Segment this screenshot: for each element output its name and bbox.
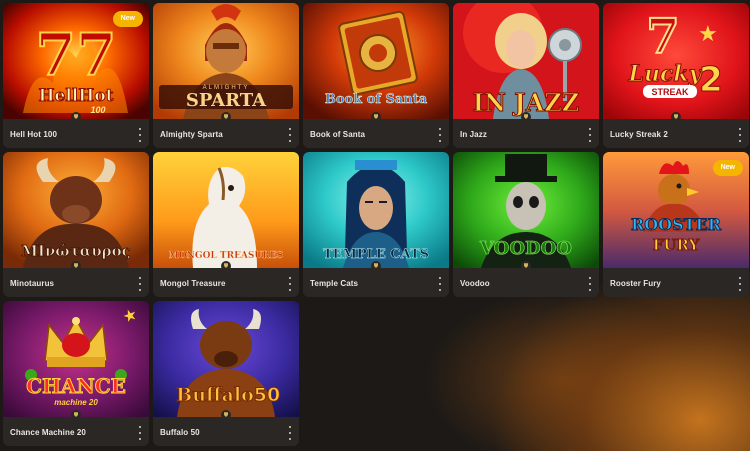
vertical-dots-icon[interactable]: [736, 276, 744, 292]
game-card-hell-hot-100[interactable]: 77 HellHot 100 New Hell Hot 100: [3, 3, 149, 148]
vertical-dots-icon[interactable]: [286, 425, 294, 441]
game-card-book-of-santa[interactable]: Book of Santa Book of Santa: [303, 3, 449, 148]
game-card-footer: Buffalo 50: [153, 417, 299, 446]
game-title[interactable]: Hell Hot 100: [10, 130, 57, 139]
game-title[interactable]: Lucky Streak 2: [610, 130, 668, 139]
game-card-footer: Temple Cats: [303, 268, 449, 297]
game-title[interactable]: Almighty Sparta: [160, 130, 223, 139]
game-logo-text: ROOSTER: [631, 215, 722, 234]
game-card-temple-cats[interactable]: TEMPLE CATS Temple Cats: [303, 152, 449, 297]
vertical-dots-icon[interactable]: [586, 127, 594, 143]
new-badge: New: [112, 11, 143, 27]
game-thumbnail[interactable]: IN JAZZ: [453, 3, 599, 119]
game-thumbnail[interactable]: ALMIGHTY SPARTA: [153, 3, 299, 119]
game-thumbnail[interactable]: MIνώταυρος: [3, 152, 149, 268]
game-card-in-jazz[interactable]: IN JAZZ In Jazz: [453, 3, 599, 148]
vertical-dots-icon[interactable]: [436, 127, 444, 143]
vertical-dots-icon[interactable]: [286, 276, 294, 292]
game-thumbnail[interactable]: MONGOL TREASURES: [153, 152, 299, 268]
game-card-minotaurus[interactable]: MIνώταυρος Minotaurus: [3, 152, 149, 297]
new-badge: New: [712, 160, 743, 176]
vertical-dots-icon[interactable]: [286, 127, 294, 143]
game-logo-text: Book of Santa: [325, 92, 428, 107]
game-title[interactable]: Mongol Treasure: [160, 279, 226, 288]
game-card-buffalo-50[interactable]: Buffalo 50 Buffalo 50: [153, 301, 299, 446]
game-grid: 77 HellHot 100 New Hell Hot 100 ALMIGHTY…: [3, 3, 749, 446]
game-card-footer: Minotaurus: [3, 268, 149, 297]
game-title[interactable]: Chance Machine 20: [10, 428, 86, 437]
game-logo-subtext: FURY: [653, 236, 700, 254]
game-card-footer: Voodoo: [453, 268, 599, 297]
game-card-footer: Book of Santa: [303, 119, 449, 148]
vertical-dots-icon[interactable]: [136, 425, 144, 441]
game-title[interactable]: Book of Santa: [310, 130, 365, 139]
game-thumbnail[interactable]: Book of Santa: [303, 3, 449, 119]
game-logo-text: Buffalo: [176, 384, 254, 406]
vertical-dots-icon[interactable]: [136, 276, 144, 292]
game-logo-text: HellHot: [38, 86, 113, 106]
game-logo-number: 2: [699, 60, 723, 100]
game-title[interactable]: Rooster Fury: [610, 279, 661, 288]
vertical-dots-icon[interactable]: [136, 127, 144, 143]
game-card-chance-machine-20[interactable]: ★ CHANCE machine 20 Chance Machine 20: [3, 301, 149, 446]
game-card-rooster-fury[interactable]: ROOSTER FURY New Rooster Fury: [603, 152, 749, 297]
game-card-footer: Almighty Sparta: [153, 119, 299, 148]
game-card-lucky-streak-2[interactable]: 7 ★ Lucky 2 STREAK Lucky Streak 2: [603, 3, 749, 148]
game-card-footer: Mongol Treasure: [153, 268, 299, 297]
game-logo-text: CHANCE: [26, 374, 126, 398]
game-card-footer: In Jazz: [453, 119, 599, 148]
game-logo-text: VOODOO: [479, 238, 572, 259]
game-logo-subtext: STREAK: [651, 87, 689, 97]
game-logo-subtext: 50: [254, 384, 280, 406]
game-card-mongol-treasure[interactable]: MONGOL TREASURES Mongol Treasure: [153, 152, 299, 297]
game-logo-subtext: machine 20: [54, 398, 98, 407]
game-thumbnail[interactable]: Buffalo 50: [153, 301, 299, 417]
vertical-dots-icon[interactable]: [736, 127, 744, 143]
game-title[interactable]: Voodoo: [460, 279, 490, 288]
game-card-footer: Hell Hot 100: [3, 119, 149, 148]
game-card-voodoo[interactable]: VOODOO Voodoo: [453, 152, 599, 297]
vertical-dots-icon[interactable]: [586, 276, 594, 292]
game-card-footer: Rooster Fury: [603, 268, 749, 297]
game-card-footer: Chance Machine 20: [3, 417, 149, 446]
game-thumbnail[interactable]: VOODOO: [453, 152, 599, 268]
game-thumbnail[interactable]: 7 ★ Lucky 2 STREAK: [603, 3, 749, 119]
svg-text:7: 7: [646, 9, 679, 65]
svg-text:★: ★: [698, 21, 718, 46]
game-title[interactable]: Temple Cats: [310, 279, 358, 288]
game-title[interactable]: Buffalo 50: [160, 428, 200, 437]
svg-text:77: 77: [36, 21, 117, 89]
game-thumbnail[interactable]: TEMPLE CATS: [303, 152, 449, 268]
game-card-footer: Lucky Streak 2: [603, 119, 749, 148]
game-thumbnail[interactable]: ★ CHANCE machine 20: [3, 301, 149, 417]
game-title[interactable]: Minotaurus: [10, 279, 54, 288]
vertical-dots-icon[interactable]: [436, 276, 444, 292]
game-logo-text: SPARTA: [186, 90, 267, 111]
game-logo-text: Lucky: [628, 61, 704, 87]
game-card-almighty-sparta[interactable]: ALMIGHTY SPARTA Almighty Sparta: [153, 3, 299, 148]
game-title[interactable]: In Jazz: [460, 130, 487, 139]
